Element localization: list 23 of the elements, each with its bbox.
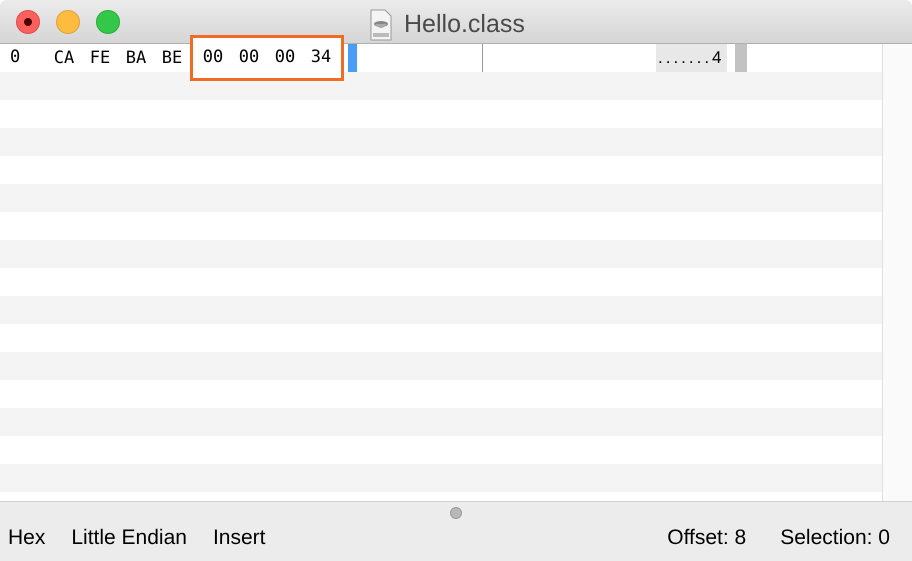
status-item[interactable]: Insert: [212, 522, 266, 553]
minimize-button[interactable]: [56, 10, 80, 34]
hex-byte[interactable]: BE: [154, 44, 190, 72]
hex-byte[interactable]: BA: [118, 44, 154, 72]
hex-byte[interactable]: 00: [195, 45, 231, 71]
offset-label: 0: [10, 46, 22, 70]
resize-handle-icon[interactable]: [450, 507, 462, 519]
hex-byte[interactable]: CA: [46, 44, 82, 72]
hex-byte[interactable]: 00: [231, 45, 267, 71]
status-item: Selection: 0: [780, 524, 890, 550]
hex-byte[interactable]: 34: [303, 45, 339, 71]
ascii-cursor: [734, 44, 747, 72]
close-button[interactable]: [16, 10, 40, 34]
ascii-text: .......4: [656, 44, 727, 72]
zoom-button[interactable]: [96, 10, 120, 34]
class-file-icon: [368, 8, 394, 41]
text-cursor: [348, 44, 357, 72]
status-item: Offset: 8: [667, 524, 746, 550]
hex-byte[interactable]: 00: [267, 45, 303, 71]
hex-byte[interactable]: FE: [82, 44, 118, 72]
status-item[interactable]: Little Endian: [71, 522, 187, 553]
status-item[interactable]: Hex: [8, 522, 46, 553]
window-title: Hello.class: [404, 9, 525, 40]
